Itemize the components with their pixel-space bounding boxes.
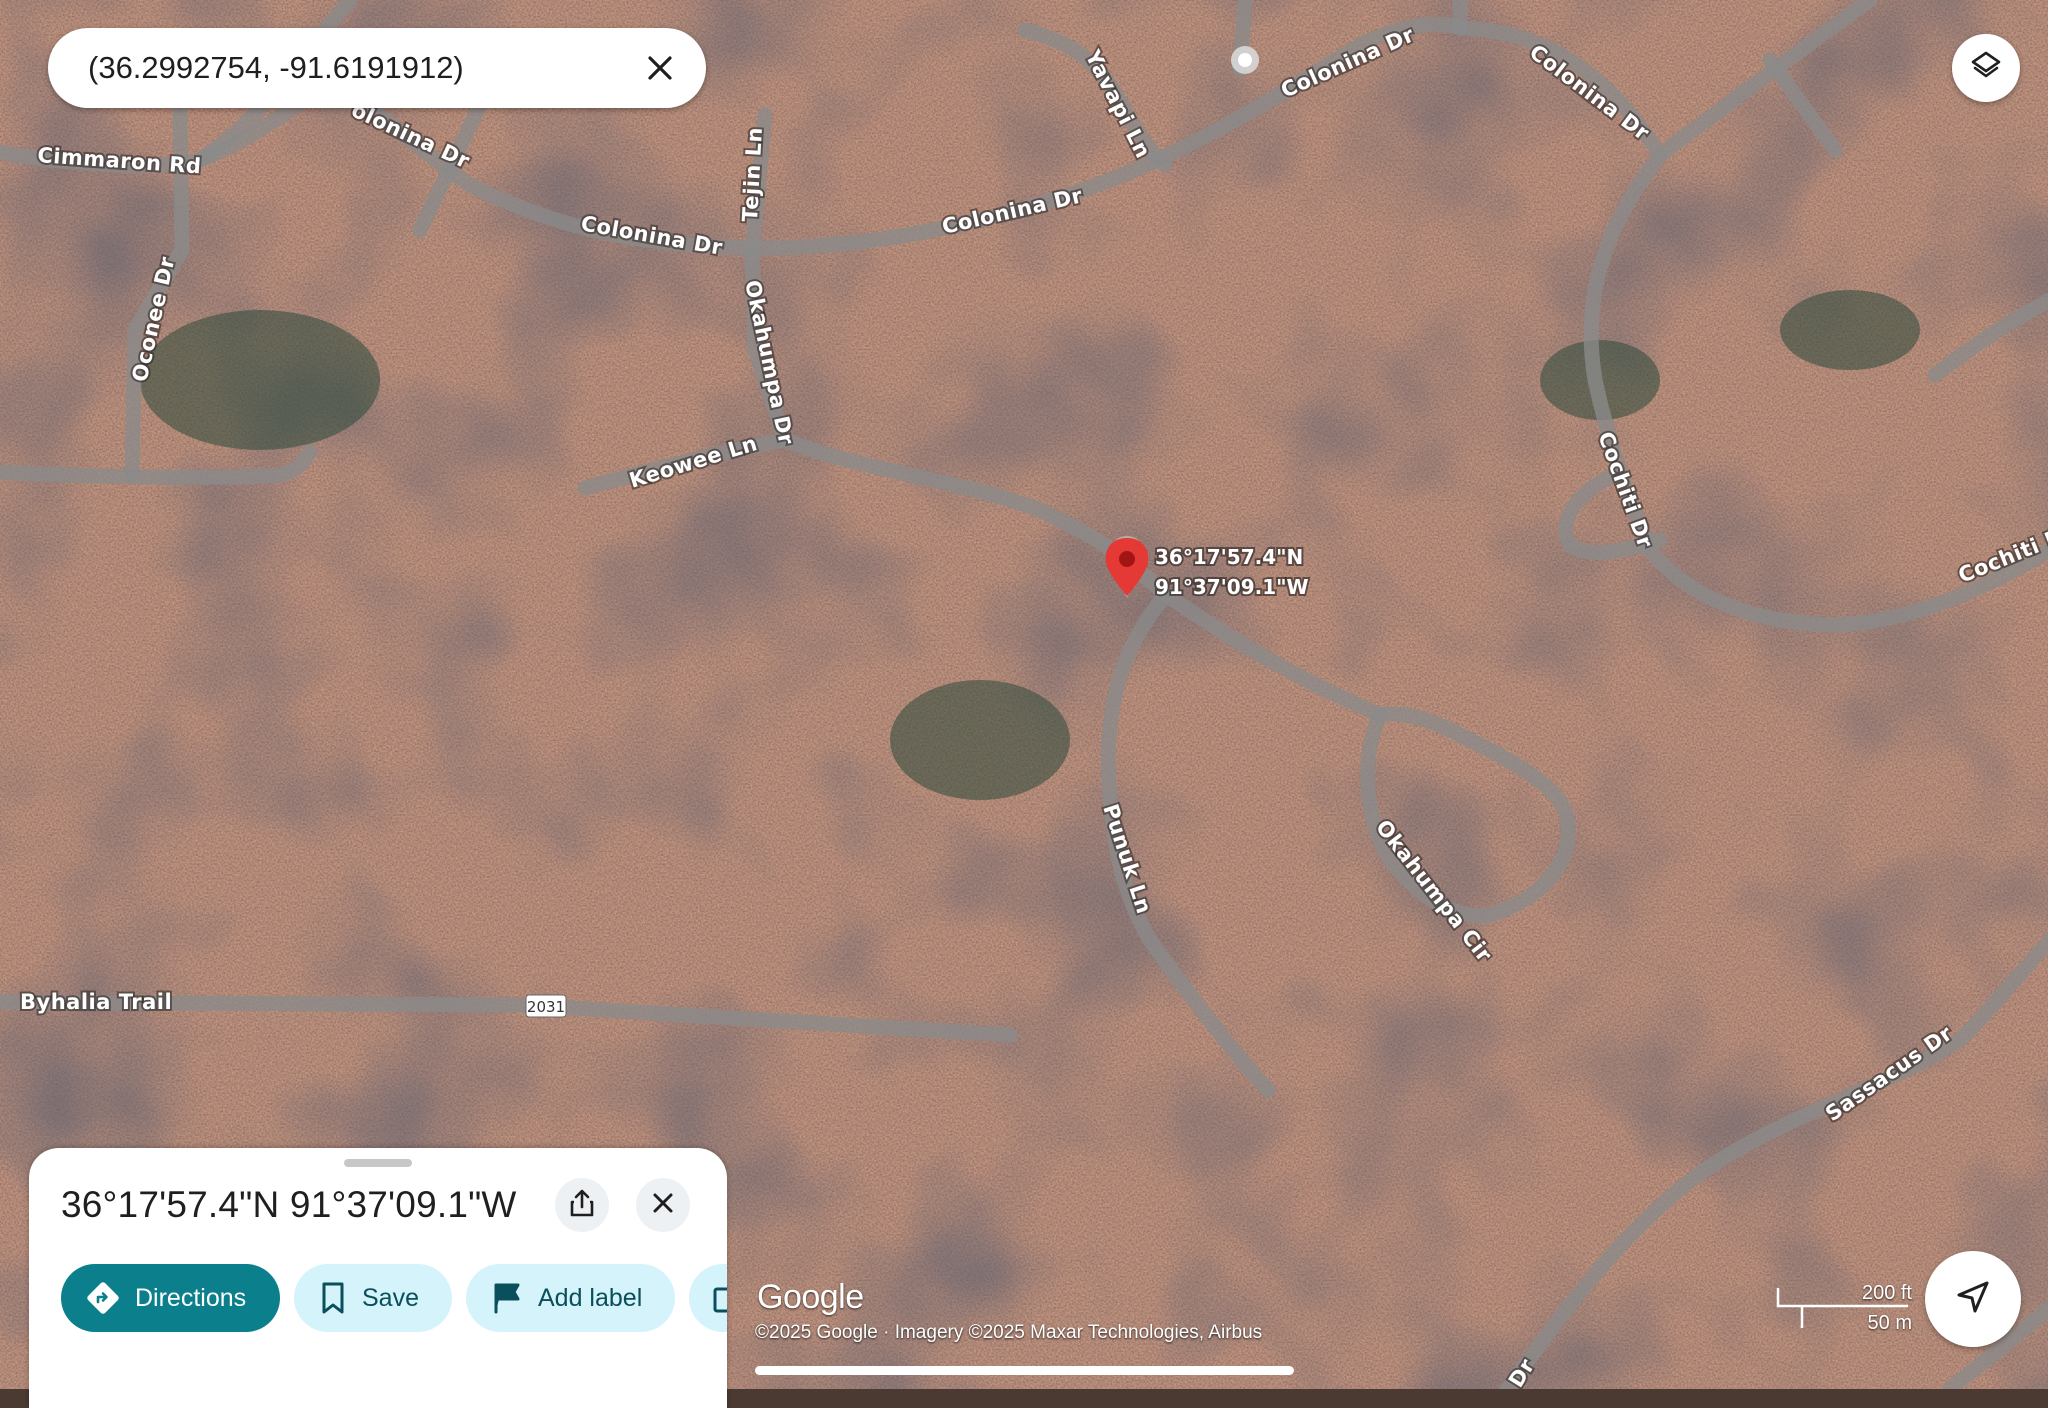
imagery-attribution[interactable]: ©2025 Google · Imagery ©2025 Maxar Techn… <box>755 1322 1262 1344</box>
water-tower <box>1231 46 1259 74</box>
save-button[interactable]: Save <box>294 1264 452 1332</box>
directions-label: Directions <box>135 1283 247 1312</box>
directions-icon <box>85 1280 121 1316</box>
place-sheet[interactable]: 36°17'57.4"N 91°37'09.1"W Directions Sav… <box>29 1148 727 1408</box>
close-icon[interactable] <box>636 44 684 92</box>
route-shield: 2031 <box>525 994 567 1018</box>
sheet-close-button[interactable] <box>636 1178 690 1232</box>
layers-button[interactable] <box>1952 34 2020 102</box>
pin-lng-label: 91°37'09.1"W <box>1155 575 1309 599</box>
search-bar[interactable]: (36.2992754, -91.6191912) <box>48 28 706 108</box>
add-label-label: Add label <box>538 1283 643 1312</box>
share-button[interactable] <box>555 1178 609 1232</box>
close-icon <box>652 1192 674 1219</box>
google-logo: Google <box>757 1278 864 1316</box>
scale-metric: 50 m <box>1867 1312 1912 1334</box>
navigation-arrow-icon <box>1953 1277 1993 1322</box>
route-shield-label: 2031 <box>527 998 565 1016</box>
save-label: Save <box>362 1283 419 1312</box>
layers-icon <box>1969 49 2003 88</box>
sheet-title: 36°17'57.4"N 91°37'09.1"W <box>61 1184 517 1225</box>
search-query[interactable]: (36.2992754, -91.6191912) <box>88 50 464 86</box>
pin-lat-label: 36°17'57.4"N <box>1155 545 1303 569</box>
sheet-drag-handle[interactable] <box>344 1159 412 1167</box>
home-indicator[interactable] <box>755 1366 1294 1375</box>
share-icon <box>568 1188 596 1223</box>
label-byhalia: Byhalia Trail <box>20 990 172 1014</box>
add-label-button[interactable]: Add label <box>466 1264 675 1332</box>
flag-icon <box>490 1281 524 1315</box>
copy-icon <box>711 1281 727 1315</box>
label-tejin: Tejin Ln <box>738 126 767 222</box>
directions-button[interactable]: Directions <box>61 1264 280 1332</box>
scale-imperial: 200 ft <box>1861 1282 1912 1304</box>
my-location-button[interactable] <box>1925 1251 2021 1347</box>
more-action-chip[interactable] <box>689 1264 727 1332</box>
bookmark-icon <box>318 1280 348 1316</box>
scale-bar: 200 ft 50 m <box>1776 1278 1912 1336</box>
